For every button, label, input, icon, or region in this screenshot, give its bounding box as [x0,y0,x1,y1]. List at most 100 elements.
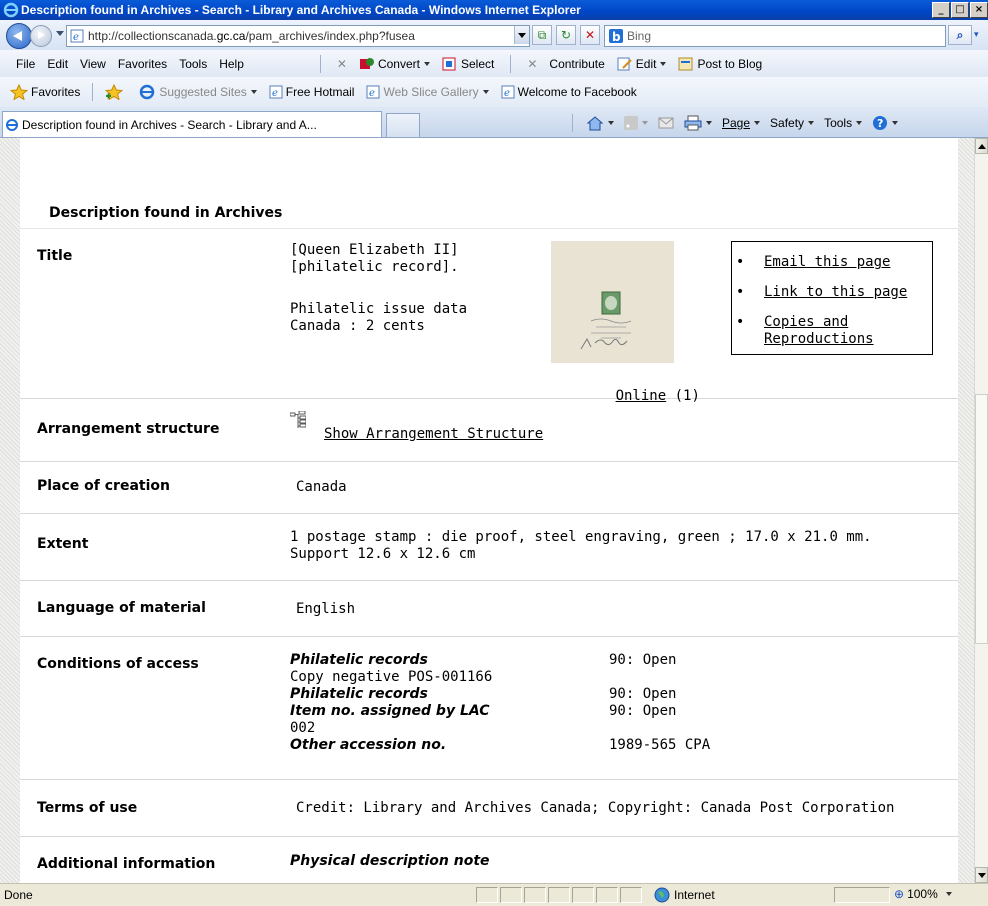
scroll-thumb[interactable] [975,394,988,644]
security-zone[interactable]: Internet [654,887,715,903]
edit-button[interactable]: Edit [611,57,673,71]
tools-menu[interactable]: Tools [819,116,867,130]
stamp-proof-image [551,241,674,363]
search-button[interactable]: ⌕ [948,25,972,45]
terms-value: Credit: Library and Archives Canada; Cop… [296,800,895,816]
recent-pages-dropdown[interactable] [56,31,64,36]
new-tab-button[interactable] [386,113,420,137]
maximize-button[interactable]: □ [951,2,969,18]
close-contribute-icon[interactable]: ✕ [521,57,543,71]
svg-text:e: e [272,88,278,99]
search-field[interactable]: b Bing [604,25,946,47]
minimize-button[interactable]: _ [932,2,950,18]
address-field[interactable]: e http://collectionscanada.gc.ca/pam_arc… [66,25,530,47]
favorites-bar: Favorites Suggested Sites e Free Hotmail… [0,77,988,108]
arrangement-row: Arrangement structure Show Arrangement S… [20,399,958,462]
edit-label: Edit [635,56,657,71]
safety-menu[interactable]: Safety [765,116,819,130]
stop-button[interactable]: ✕ [580,25,600,45]
stamp-image[interactable] [551,241,674,363]
ie-icon [6,118,18,131]
extent-label: Extent [37,536,89,552]
protected-mode-cell[interactable] [834,887,890,903]
close-toolbar-icon[interactable]: ✕ [331,57,353,71]
language-value: English [296,601,356,617]
search-placeholder: Bing [627,29,652,43]
title-value: [Queen Elizabeth II] [philatelic record]… [290,242,459,275]
scroll-up-button[interactable] [975,138,988,154]
svg-text:e: e [73,32,79,43]
back-button[interactable] [6,23,32,49]
welcome-facebook-label: Welcome to Facebook [517,85,637,99]
address-dropdown-button[interactable] [514,26,529,44]
zoom-dropdown-icon [945,892,952,896]
status-cell [500,887,522,903]
menu-edit[interactable]: Edit [41,57,74,71]
tab-active[interactable]: Description found in Archives - Search -… [2,111,382,137]
welcome-facebook-link[interactable]: e Welcome to Facebook [495,85,643,99]
window-title-bar: Description found in Archives - Search -… [0,0,988,20]
url-host: gc.ca [216,29,246,43]
forward-button[interactable] [30,25,52,47]
additional-row: Additional information Physical descript… [20,837,958,883]
page-icon: e [70,29,84,43]
select-button[interactable]: Select [436,57,500,71]
web-slice-gallery-link[interactable]: e Web Slice Gallery [360,85,494,99]
tools-menu-label: Tools [824,116,853,130]
favorites-button[interactable]: Favorites [4,84,86,100]
close-button[interactable]: × [970,2,988,18]
feeds-button[interactable] [619,116,653,130]
convert-button[interactable]: Convert [353,57,436,71]
bing-icon: b [609,29,623,43]
additional-value: Physical description note [290,853,490,869]
terms-label: Terms of use [37,800,138,816]
menu-help[interactable]: Help [213,57,250,71]
copies-and-reproductions-link[interactable]: Copies and Reproductions [764,314,874,347]
compatibility-view-button[interactable]: ⧉ [532,25,552,45]
menu-favorites[interactable]: Favorites [112,57,173,71]
title-label: Title [37,248,73,264]
status-text: Done [4,888,33,902]
post-to-blog-button[interactable]: Post to Blog [672,57,768,71]
email-this-page-link[interactable]: Email this page [764,254,890,270]
access-entry-plain: Copy negative POS-001166 [290,669,493,685]
toolbar-separator [92,83,94,101]
zoom-control[interactable]: ⊕ 100% [894,887,952,901]
scroll-down-button[interactable] [975,867,988,883]
url-suffix: /pam_archives/index.php?fusea [245,29,415,43]
home-button[interactable] [581,115,619,131]
add-favorite-icon [105,84,124,100]
show-arrangement-structure-link[interactable]: Show Arrangement Structure [324,426,543,442]
language-label: Language of material [37,600,206,616]
place-label: Place of creation [37,478,170,494]
additional-label: Additional information [37,856,216,872]
help-button[interactable]: ? [867,115,903,131]
menu-view[interactable]: View [74,57,112,71]
access-entry-status: 1989-565 CPA [609,737,711,753]
menu-tools[interactable]: Tools [173,57,213,71]
url-prefix: http://collectionscanada. [88,29,217,43]
print-icon [684,115,702,131]
add-to-favorites-bar-button[interactable] [99,84,132,100]
menu-file[interactable]: File [10,57,41,71]
description-panel: Description found in Archives Title [Que… [20,138,958,883]
status-cell [548,887,570,903]
read-mail-button[interactable] [653,117,679,129]
contribute-button[interactable]: Contribute [543,57,610,71]
free-hotmail-link[interactable]: e Free Hotmail [263,85,361,99]
page-menu[interactable]: Page [717,116,765,130]
suggested-sites-button[interactable]: Suggested Sites [132,84,262,100]
terms-row: Terms of use Credit: Library and Archive… [20,780,958,837]
toolbar-separator [572,114,573,132]
vertical-scrollbar[interactable] [974,138,988,883]
svg-text:e: e [504,88,510,99]
print-button[interactable] [679,115,717,131]
search-options-dropdown[interactable]: ▾ [974,25,986,45]
access-entry-name: Other accession no. [290,737,447,753]
favorites-star-icon [10,84,28,100]
link-to-this-page-link[interactable]: Link to this page [764,284,907,300]
toolbar-separator [319,54,321,73]
refresh-button[interactable]: ↻ [556,25,576,45]
menu-bar: File Edit View Favorites Tools Help ✕ Co… [0,50,988,78]
svg-text:b: b [612,30,621,43]
